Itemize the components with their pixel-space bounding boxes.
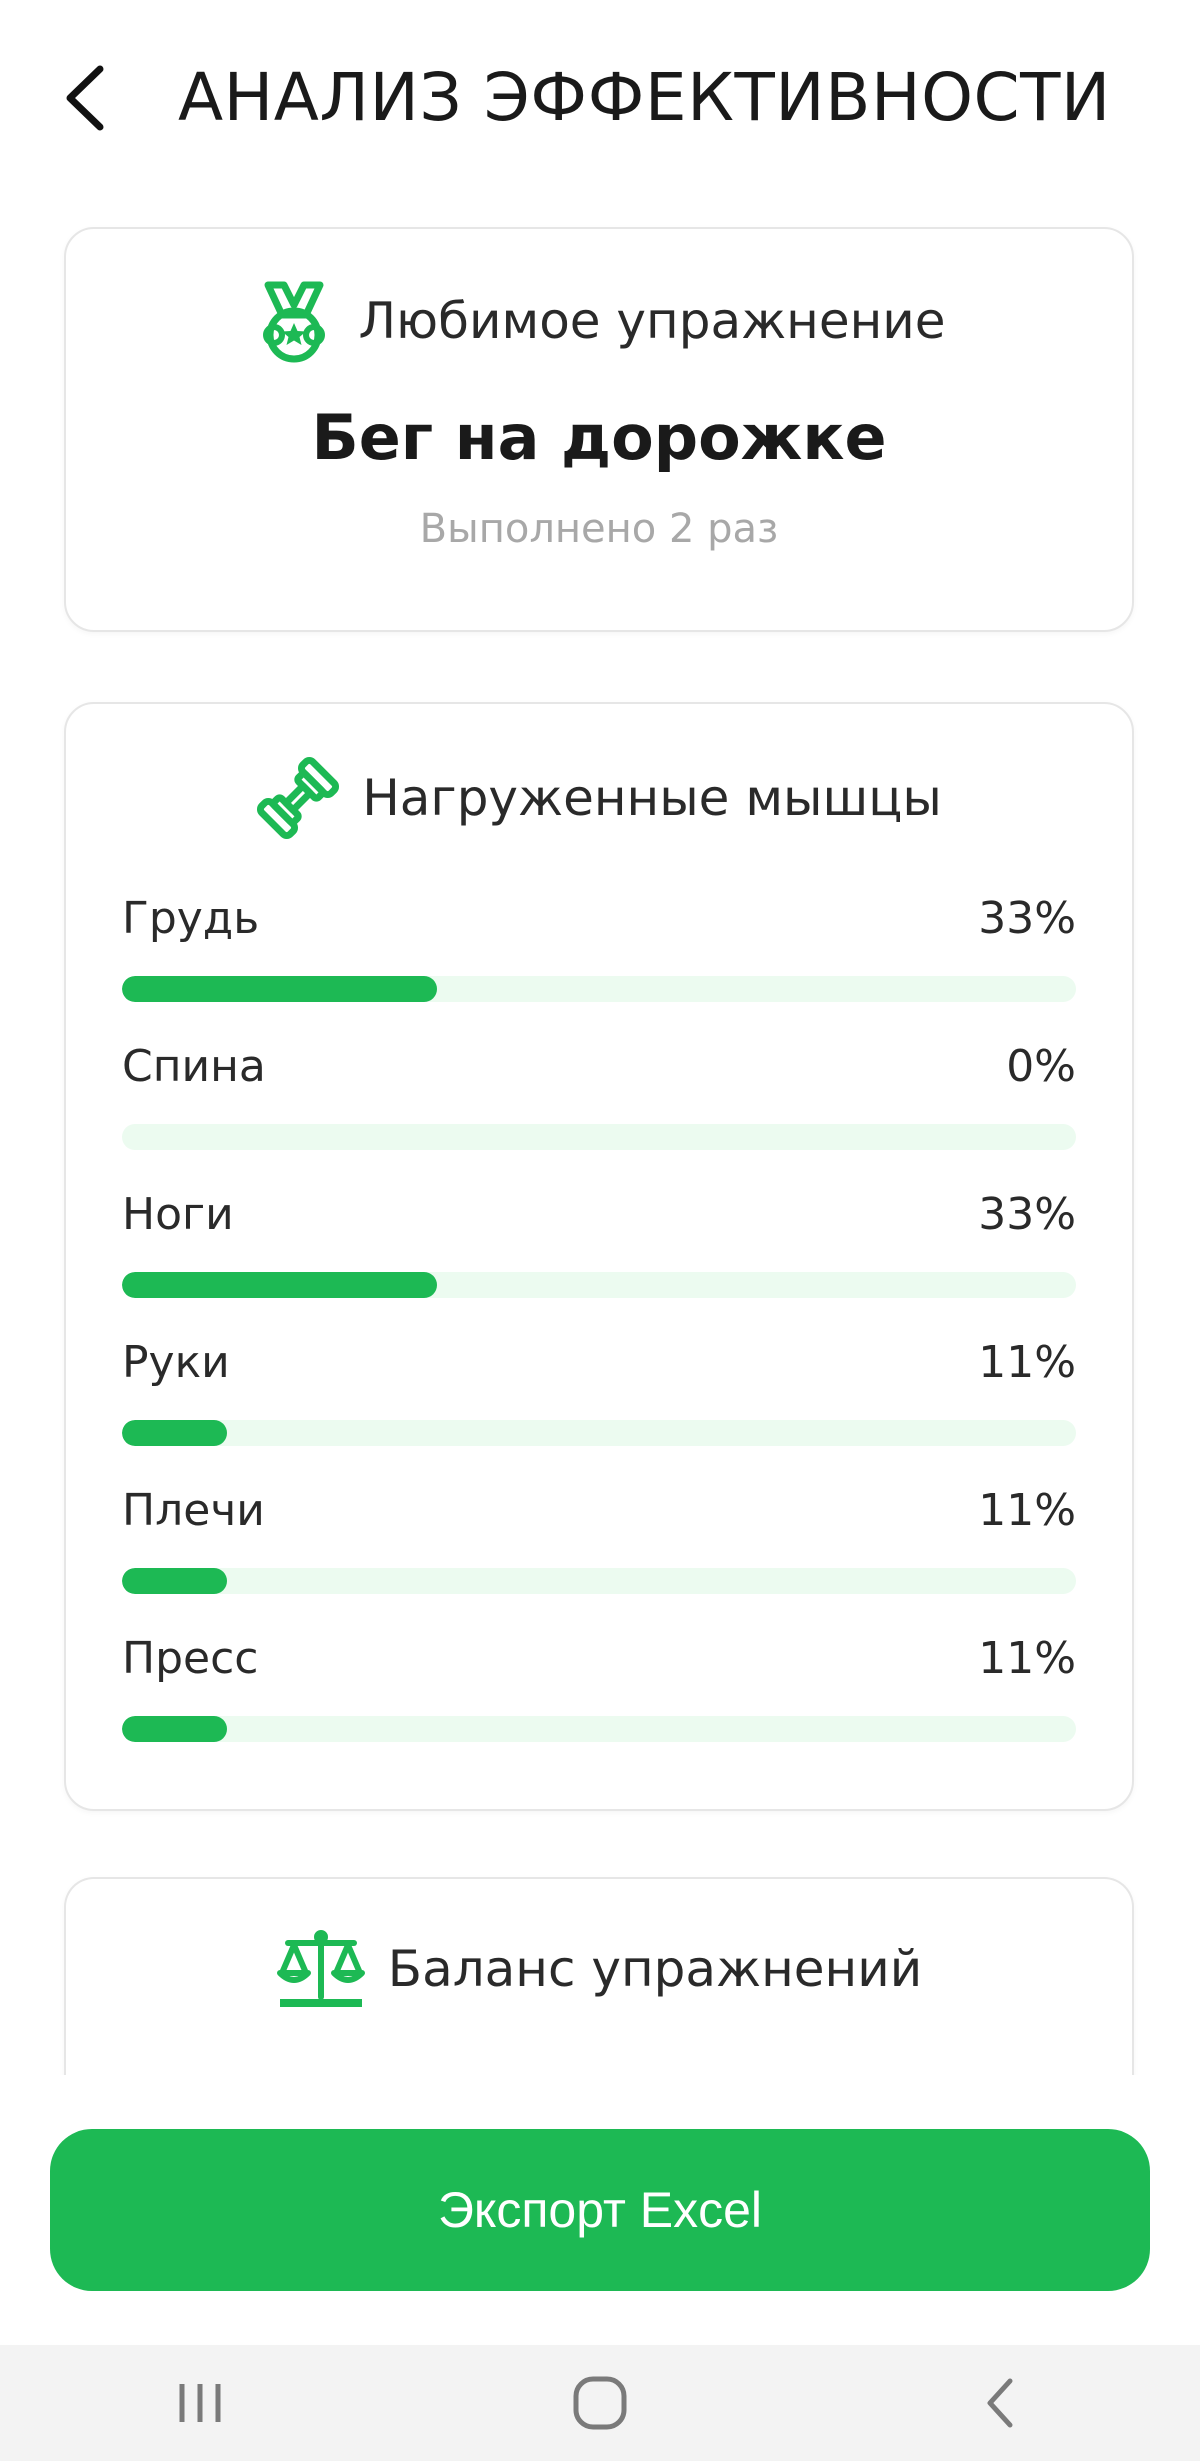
- muscle-progress-fill: [122, 976, 437, 1002]
- muscle-percent: 11%: [978, 1632, 1076, 1684]
- content-scroll-area[interactable]: Любимое упражнение Бег на дорожке Выполн…: [0, 225, 1200, 2075]
- page-title: АНАЛИЗ ЭФФЕКТИВНОСТИ: [178, 59, 1111, 136]
- system-back-button[interactable]: [940, 2353, 1060, 2453]
- muscle-row-header: Ноги 33%: [122, 1186, 1076, 1242]
- muscle-label: Руки: [122, 1336, 230, 1388]
- muscle-list: Грудь 33% Спина 0% Ноги 33% Руки 11% Плечи 11% Пре…: [122, 890, 1076, 1778]
- favorite-exercise-count: Выполнено 2 раз: [419, 506, 779, 552]
- muscle-percent: 0%: [1006, 1040, 1076, 1092]
- chevron-left-icon: [66, 65, 104, 131]
- muscle-row: Руки 11%: [122, 1334, 1076, 1482]
- exercise-balance-heading: Баланс упражнений: [387, 1940, 923, 1998]
- muscle-label: Плечи: [122, 1484, 265, 1536]
- loaded-muscles-card: Нагруженные мышцы Грудь 33% Спина 0% Ноги 33%…: [64, 702, 1134, 1811]
- system-navigation-bar: [0, 2345, 1200, 2461]
- muscle-label: Спина: [122, 1040, 266, 1092]
- muscle-percent: 33%: [978, 1188, 1076, 1240]
- loaded-muscles-heading: Нагруженные мышцы: [362, 769, 942, 827]
- home-icon: [573, 2376, 627, 2430]
- muscle-row-header: Плечи 11%: [122, 1482, 1076, 1538]
- muscle-percent: 33%: [978, 892, 1076, 944]
- muscle-label: Ноги: [122, 1188, 234, 1240]
- muscle-progress-track: [122, 1568, 1076, 1594]
- muscle-row: Грудь 33%: [122, 890, 1076, 1038]
- muscle-row: Спина 0%: [122, 1038, 1076, 1186]
- muscle-row-header: Руки 11%: [122, 1334, 1076, 1390]
- muscle-row-header: Спина 0%: [122, 1038, 1076, 1094]
- muscle-progress-fill: [122, 1568, 227, 1594]
- muscle-percent: 11%: [978, 1484, 1076, 1536]
- favorite-exercise-card: Любимое упражнение Бег на дорожке Выполн…: [64, 227, 1134, 632]
- muscle-row-header: Грудь 33%: [122, 890, 1076, 946]
- exercise-balance-card: Баланс упражнений: [64, 1877, 1134, 2075]
- muscle-progress-fill: [122, 1716, 227, 1742]
- muscle-progress-fill: [122, 1272, 437, 1298]
- muscle-progress-track: [122, 976, 1076, 1002]
- favorite-exercise-heading: Любимое упражнение: [358, 292, 946, 350]
- muscle-label: Грудь: [122, 892, 260, 944]
- muscle-progress-track: [122, 1716, 1076, 1742]
- recents-icon: [179, 2384, 221, 2422]
- muscle-row-header: Пресс 11%: [122, 1630, 1076, 1686]
- export-excel-button[interactable]: Экспорт Excel: [50, 2129, 1150, 2291]
- back-button[interactable]: [50, 58, 120, 138]
- muscle-progress-track: [122, 1420, 1076, 1446]
- muscle-label: Пресс: [122, 1632, 259, 1684]
- medal-icon: [252, 279, 336, 363]
- home-button[interactable]: [540, 2353, 660, 2453]
- muscle-progress-track: [122, 1124, 1076, 1150]
- loaded-muscles-header: Нагруженные мышцы: [66, 756, 1132, 840]
- muscle-percent: 11%: [978, 1336, 1076, 1388]
- exercise-balance-header: Баланс упражнений: [66, 1927, 1132, 2011]
- header: АНАЛИЗ ЭФФЕКТИВНОСТИ: [0, 0, 1200, 190]
- favorite-exercise-name: Бег на дорожке: [311, 401, 887, 474]
- muscle-progress-track: [122, 1272, 1076, 1298]
- muscle-row: Плечи 11%: [122, 1482, 1076, 1630]
- scales-icon: [276, 1927, 366, 2011]
- back-chevron-icon: [987, 2378, 1013, 2428]
- recents-button[interactable]: [140, 2353, 260, 2453]
- muscle-row: Пресс 11%: [122, 1630, 1076, 1778]
- muscle-row: Ноги 33%: [122, 1186, 1076, 1334]
- favorite-exercise-header: Любимое упражнение: [66, 279, 1132, 363]
- muscle-progress-fill: [122, 1420, 227, 1446]
- dumbbell-icon: [256, 756, 340, 840]
